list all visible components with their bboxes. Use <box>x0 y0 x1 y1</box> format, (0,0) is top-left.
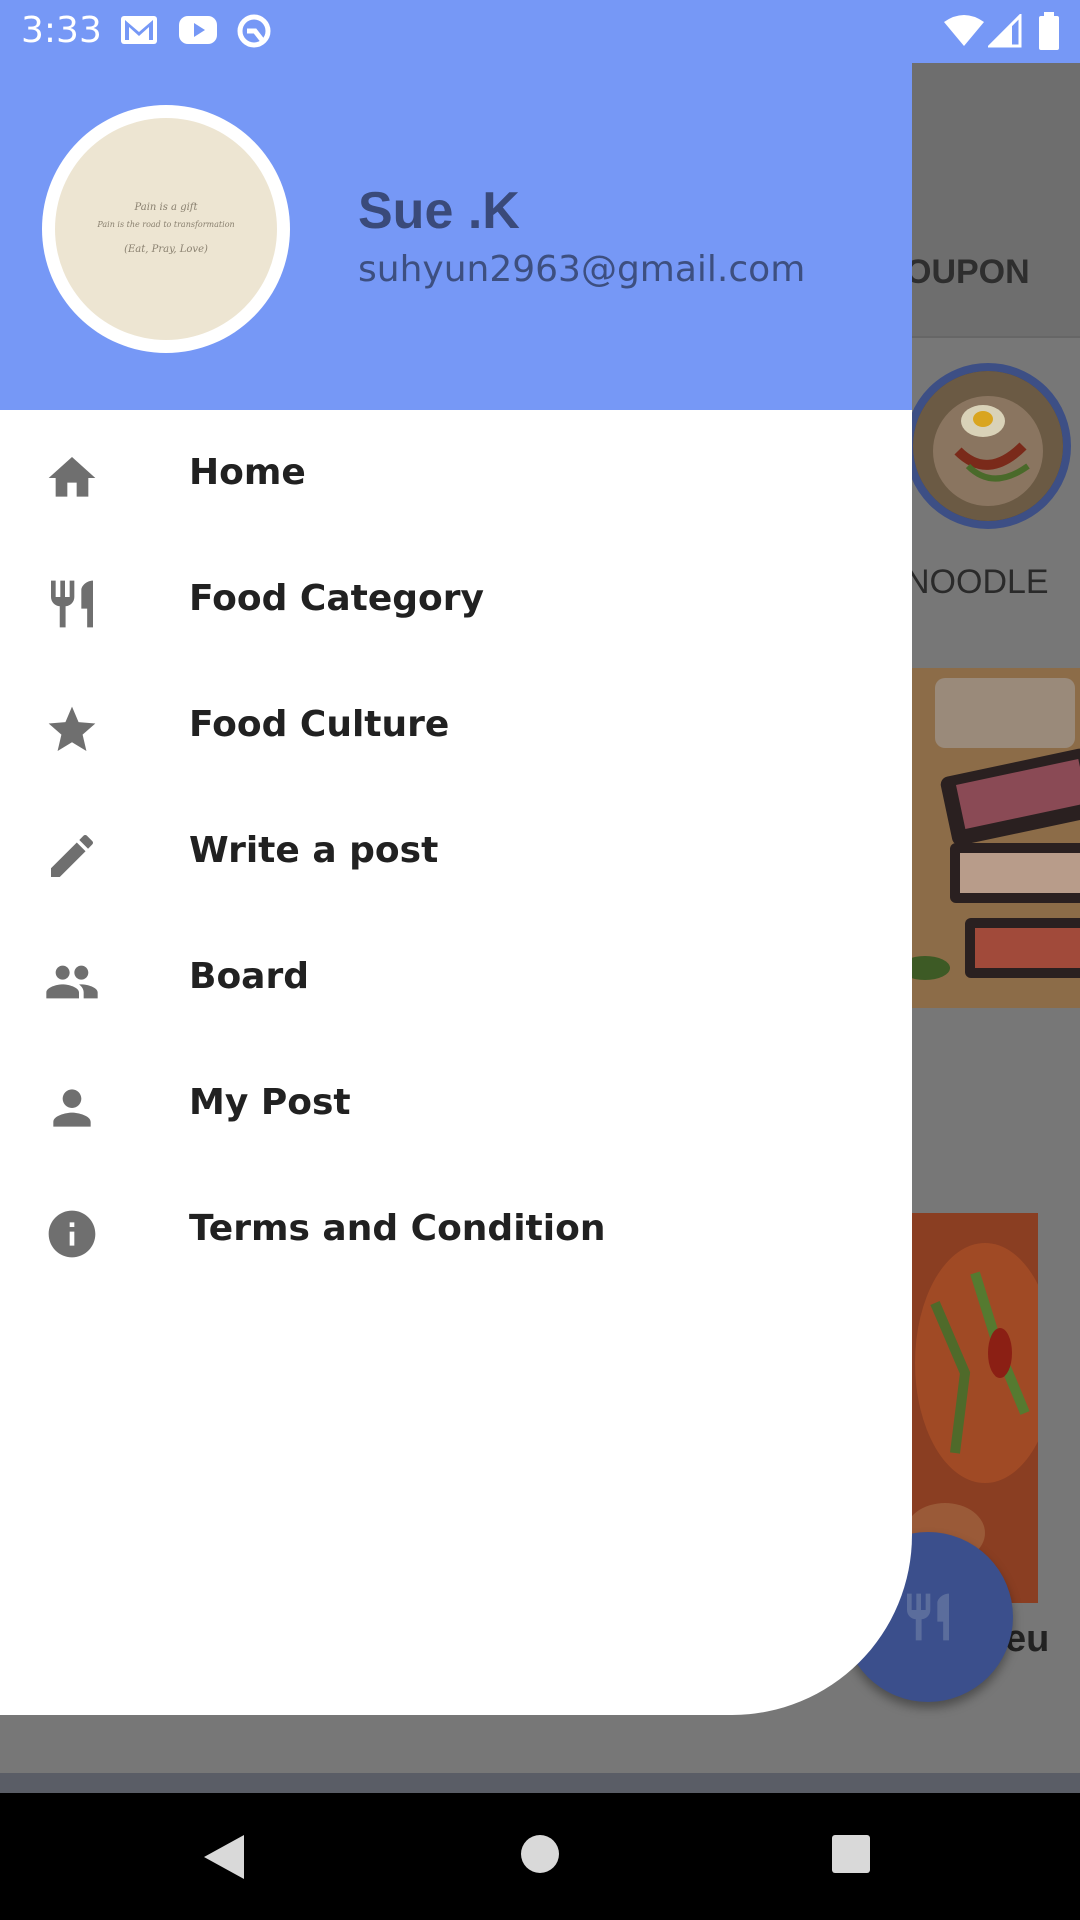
category-label-noodle: NOODLE <box>905 563 1049 601</box>
restaurant-icon <box>907 1593 949 1641</box>
bottom-strip <box>0 1773 1080 1793</box>
avatar-quote-line-1: Pain is a gift <box>134 202 198 213</box>
youtube-icon <box>179 16 217 44</box>
menu-item-label: Food Culture <box>189 704 450 745</box>
people-icon <box>46 965 98 999</box>
noodle-image <box>913 371 1063 521</box>
avatar[interactable]: Pain is a gift Pain is the road to trans… <box>42 105 290 353</box>
avatar-image: Pain is a gift Pain is the road to trans… <box>55 118 277 340</box>
home-icon <box>48 457 96 497</box>
person-icon <box>53 1089 91 1127</box>
status-bar: 3:33 <box>0 0 1080 63</box>
tab-coupon[interactable]: OUPON <box>905 253 1030 292</box>
menu-item-label: Write a post <box>189 830 439 871</box>
navigation-drawer: Pain is a gift Pain is the road to trans… <box>0 63 912 1715</box>
menu-item-terms[interactable]: Terms and Condition <box>0 1166 912 1292</box>
back-icon[interactable] <box>200 1833 248 1881</box>
menu-item-write-post[interactable]: Write a post <box>0 788 912 914</box>
menu-item-label: Terms and Condition <box>189 1208 606 1249</box>
user-email: suhyun2963@gmail.com <box>358 249 806 290</box>
wifi-icon <box>944 15 984 46</box>
user-name: Sue .K <box>358 182 520 240</box>
sync-icon <box>237 14 271 48</box>
system-nav-bar <box>0 1793 1080 1920</box>
menu-item-food-culture[interactable]: Food Culture <box>0 662 912 788</box>
star-icon <box>48 706 96 751</box>
menu-item-my-post[interactable]: My Post <box>0 1040 912 1166</box>
avatar-quote-line-2: Pain is the road to transformation <box>97 220 235 229</box>
category-image-noodle[interactable] <box>905 363 1071 529</box>
home-circle-icon[interactable] <box>519 1833 561 1875</box>
bbq-image <box>905 668 1080 1008</box>
menu-item-label: Home <box>189 452 306 493</box>
pencil-icon <box>51 834 94 877</box>
menu-item-label: Board <box>189 956 309 997</box>
drawer-header: Pain is a gift Pain is the road to trans… <box>0 63 912 410</box>
signal-icon <box>988 14 1022 48</box>
menu-item-home[interactable]: Home <box>0 410 912 536</box>
menu-item-label: My Post <box>189 1082 351 1123</box>
recents-icon[interactable] <box>830 1833 872 1875</box>
gmail-icon <box>121 16 157 44</box>
menu-item-board[interactable]: Board <box>0 914 912 1040</box>
status-time: 3:33 <box>21 10 102 51</box>
restaurant-icon <box>51 580 93 628</box>
avatar-quote-line-3: (Eat, Pray, Love) <box>124 244 208 255</box>
info-icon <box>48 1210 96 1258</box>
menu-item-food-category[interactable]: Food Category <box>0 536 912 662</box>
menu-item-label: Food Category <box>189 578 484 619</box>
battery-icon <box>1039 12 1059 50</box>
banner-image[interactable] <box>905 668 1080 1008</box>
